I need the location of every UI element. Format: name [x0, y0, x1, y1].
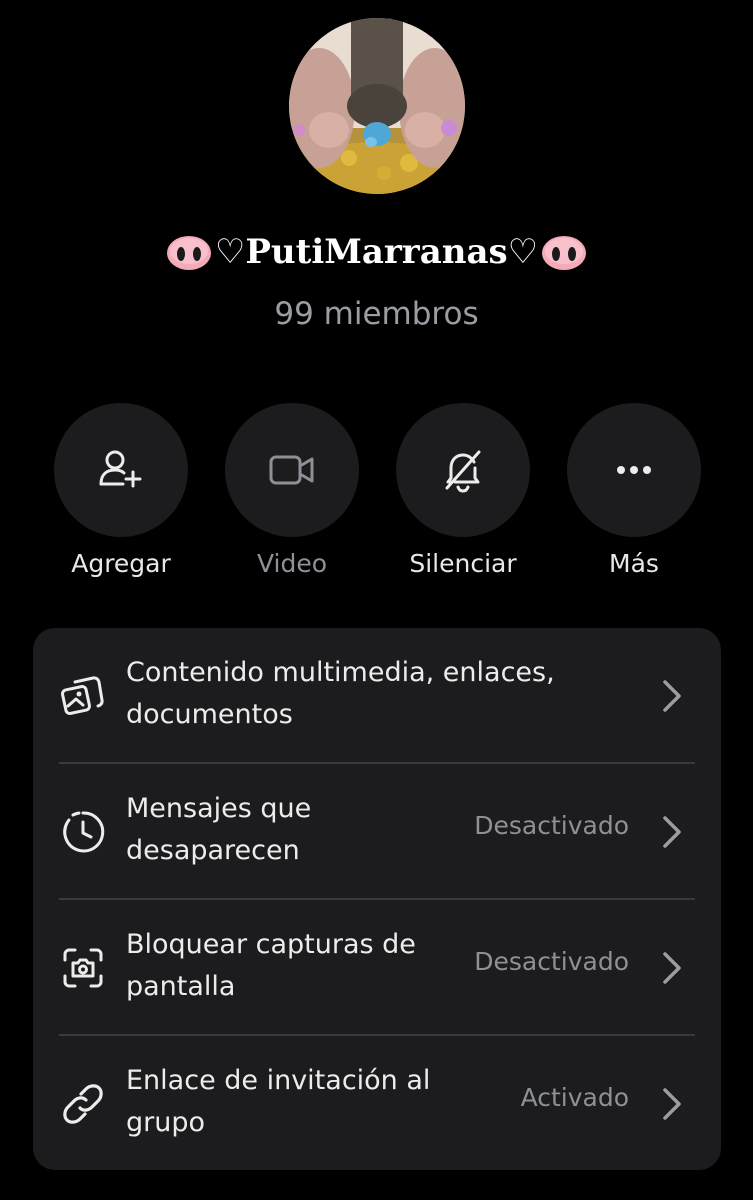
video-call-label: Video [256, 549, 328, 578]
media-gallery-icon [59, 672, 107, 720]
pig-nose-icon [165, 232, 213, 272]
invite-link-title: Enlace de invitación al grupo [126, 1065, 431, 1138]
chevron-right-icon [659, 678, 685, 714]
media-links-docs-row[interactable]: Contenido multimedia, enlaces, documento… [33, 628, 721, 764]
add-member-button[interactable]: Agregar [54, 403, 188, 578]
mute-label: Silenciar [409, 549, 517, 578]
group-name: ♡PutiMarranas♡ [214, 232, 539, 272]
link-icon [59, 1080, 107, 1128]
invite-link-row[interactable]: Enlace de invitación al grupo Activado [33, 1036, 721, 1172]
add-user-icon [99, 450, 142, 488]
add-member-circle[interactable] [54, 403, 188, 537]
video-camera-icon [269, 455, 314, 485]
screenshot-camera-icon [59, 944, 107, 992]
chevron-right-icon [659, 1086, 685, 1122]
video-call-button[interactable]: Video [225, 403, 359, 578]
chevron-right-icon [659, 950, 685, 986]
group-title: ♡PutiMarranas♡ [0, 232, 753, 272]
member-count: 99 miembros [274, 296, 479, 332]
media-links-docs-title: Contenido multimedia, enlaces, documento… [126, 657, 555, 730]
add-member-label: Agregar [71, 549, 171, 578]
block-screenshots-title: Bloquear capturas de pantalla [126, 929, 416, 1002]
disappearing-messages-title: Mensajes que desaparecen [126, 793, 312, 866]
chevron-right-icon [659, 814, 685, 850]
more-circle[interactable] [567, 403, 701, 537]
block-screenshots-row[interactable]: Bloquear capturas de pantalla Desactivad… [33, 900, 721, 1036]
block-screenshots-status: Desactivado [474, 947, 629, 976]
settings-card: Contenido multimedia, enlaces, documento… [33, 628, 721, 1170]
video-call-circle[interactable] [225, 403, 359, 537]
invite-link-status: Activado [520, 1083, 629, 1112]
more-dots-icon [617, 466, 651, 474]
timer-clock-icon [59, 808, 107, 856]
pig-nose-icon [540, 232, 588, 272]
mute-circle[interactable] [396, 403, 530, 537]
more-label: Más [609, 549, 659, 578]
disappearing-messages-row[interactable]: Mensajes que desaparecen Desactivado [33, 764, 721, 900]
bell-off-icon [445, 450, 481, 493]
group-avatar[interactable] [289, 18, 465, 194]
mute-button[interactable]: Silenciar [396, 403, 530, 578]
disappearing-messages-status: Desactivado [474, 811, 629, 840]
more-button[interactable]: Más [567, 403, 701, 578]
